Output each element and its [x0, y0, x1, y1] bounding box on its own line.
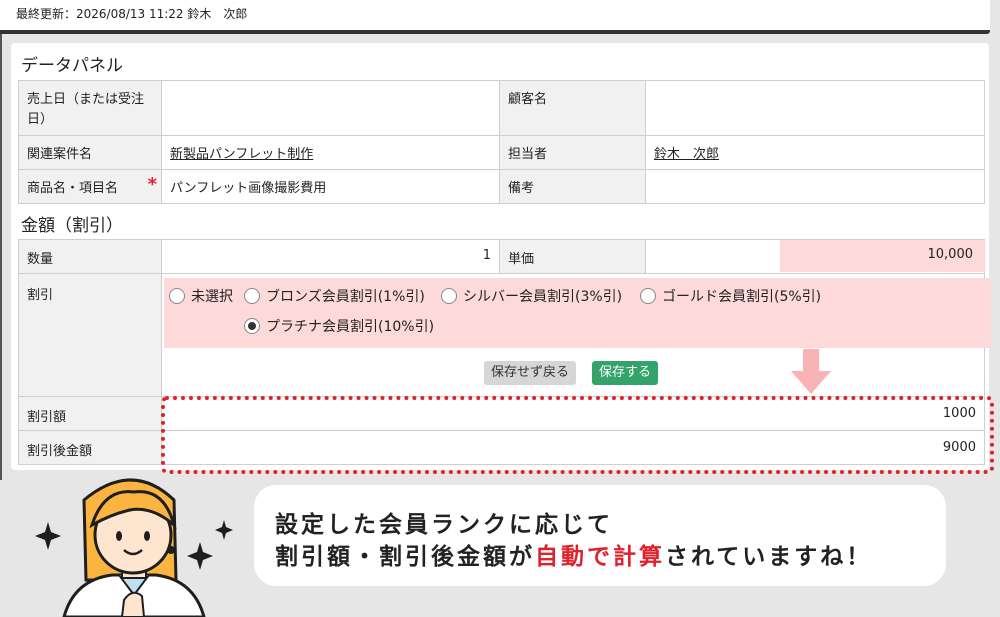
radio-label: ブロンズ会員割引(1%引) [266, 289, 425, 305]
assignee-label: 担当者 [499, 135, 646, 170]
unit-price-highlight: 10,000 [780, 240, 985, 272]
radio-label: ゴールド会員割引(5%引) [662, 289, 822, 305]
header-bar: 最終更新：2026/08/13 11:22 鈴木 次郎 [0, 0, 990, 34]
amount-panel-title: 金額（割引） [21, 216, 123, 236]
sparkle-icon [215, 520, 233, 540]
sales-date-value[interactable] [161, 80, 500, 136]
assignee-link[interactable]: 鈴木 次郎 [654, 147, 719, 162]
after-discount-label: 割引後金額 [18, 430, 162, 465]
table-row: 商品名・項目名 * パンフレット画像撮影費用 備考 [18, 169, 985, 204]
callout-line-2: 割引額・割引後金額が自動で計算されていますね！ [275, 537, 872, 571]
speech-bubble: 設定した会員ランクに応じて 割引額・割引後金額が自動で計算されていますね！ [254, 485, 946, 586]
discount-option-platinum[interactable]: プラチナ会員割引(10%引) [244, 316, 434, 336]
callout-highlight: 自動で計算 [535, 544, 665, 570]
related-project-link[interactable]: 新製品パンフレット制作 [170, 147, 313, 162]
last-updated-text: 最終更新：2026/08/13 11:22 鈴木 次郎 [16, 7, 248, 21]
required-mark: * [147, 174, 157, 195]
item-name-label-cell: 商品名・項目名 * [18, 169, 162, 204]
save-button[interactable]: 保存する [592, 361, 659, 385]
table-row: 関連案件名 新製品パンフレット制作 担当者 鈴木 次郎 [18, 135, 985, 170]
callout-line-1: 設定した会員ランクに応じて [275, 512, 613, 538]
quantity-label: 数量 [18, 239, 162, 274]
radio-button[interactable] [441, 288, 457, 304]
radio-button[interactable] [640, 288, 656, 304]
item-name-value[interactable]: パンフレット画像撮影費用 [161, 169, 500, 204]
data-panel-title: データパネル [21, 56, 123, 76]
sales-date-label: 売上日（または受注日） [18, 80, 162, 136]
discount-label: 割引 [18, 273, 162, 397]
down-arrow-icon [791, 349, 831, 394]
result-highlight-frame [161, 396, 994, 474]
customer-name-label: 顧客名 [499, 80, 646, 136]
sparkle-icon [187, 542, 213, 570]
discount-radio-group: 未選択 ブロンズ会員割引(1%引) シルバー会員割引(3%引) ゴールド会員割引… [164, 278, 991, 348]
notes-label: 備考 [499, 169, 646, 204]
radio-button[interactable] [169, 288, 185, 304]
presenter-avatar [35, 478, 233, 617]
discount-amount-label: 割引額 [18, 396, 162, 431]
quantity-value[interactable]: 1 [161, 239, 500, 274]
callout-text: 割引額・割引後金額が [275, 544, 535, 570]
radio-label: プラチナ会員割引(10%引) [266, 319, 435, 335]
sparkle-icon [35, 522, 61, 550]
left-edge-line [0, 0, 2, 480]
radio-label: シルバー会員割引(3%引) [463, 289, 623, 305]
discount-option-gold[interactable]: ゴールド会員割引(5%引) [640, 286, 821, 306]
data-table: 売上日（または受注日） 顧客名 関連案件名 新製品パンフレット制作 担当者 鈴木… [18, 80, 985, 204]
radio-button-selected[interactable] [244, 318, 260, 334]
notes-value[interactable] [645, 169, 985, 204]
related-project-label: 関連案件名 [18, 135, 162, 170]
item-name-label: 商品名・項目名 [27, 181, 119, 196]
data-panel: データパネル 売上日（または受注日） 顧客名 関連案件名 新製品パンフレット制作… [11, 43, 994, 474]
discount-option-bronze[interactable]: ブロンズ会員割引(1%引) [244, 286, 425, 306]
discount-option-none[interactable]: 未選択 [169, 286, 233, 306]
back-without-saving-button[interactable]: 保存せず戻る [484, 361, 577, 385]
radio-label: 未選択 [191, 289, 233, 305]
table-row: 売上日（または受注日） 顧客名 [18, 80, 985, 136]
unit-price-value: 10,000 [927, 247, 974, 262]
callout-text: されていますね！ [665, 544, 873, 570]
unit-price-label: 単価 [499, 239, 646, 274]
radio-button[interactable] [244, 288, 260, 304]
customer-name-value[interactable] [645, 80, 985, 136]
discount-option-silver[interactable]: シルバー会員割引(3%引) [441, 286, 622, 306]
